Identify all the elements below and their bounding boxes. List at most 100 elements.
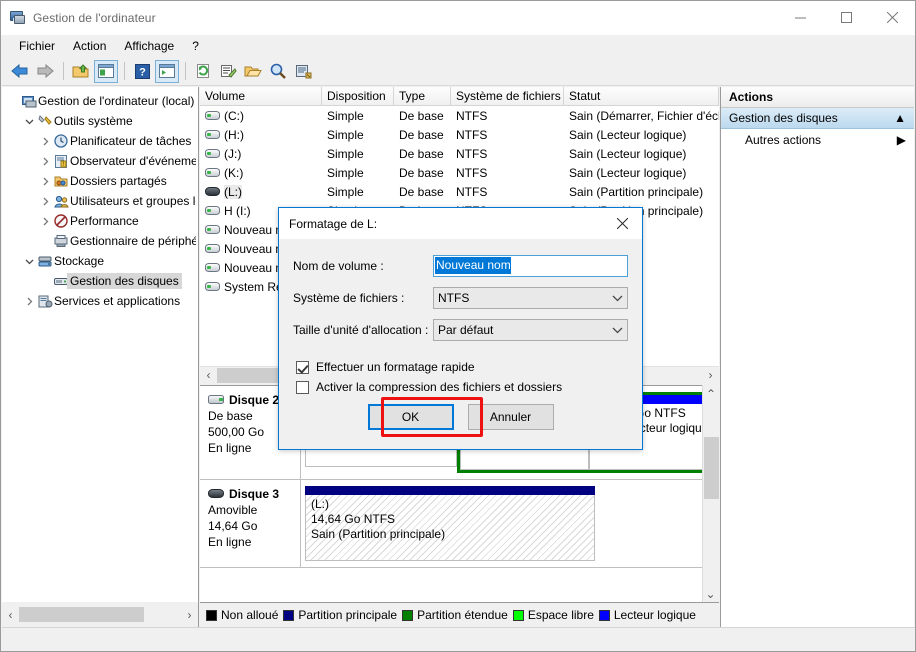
show-actions-icon[interactable] [155,59,179,83]
back-arrow-icon[interactable] [8,60,32,83]
actions-item-autres-actions[interactable]: Autres actions ▶ [721,129,914,151]
help-icon[interactable]: ? [130,60,154,83]
actions-group-disk-management[interactable]: Gestion des disques ▲ [721,108,914,129]
minimize-button[interactable] [777,1,823,33]
quick-format-checkbox[interactable] [296,360,309,374]
volume-cell: (C:) [200,109,322,123]
enable-compression-row[interactable]: Activer la compression des fichiers et d… [296,380,628,394]
volume-cell: (H:) [200,128,322,142]
volume-name-value: Nouveau nom [435,257,511,274]
scroll-track[interactable] [19,607,181,622]
scroll-thumb[interactable] [704,437,719,499]
chevron-down-icon[interactable] [22,257,36,266]
volume-name: (K:) [224,165,244,180]
scroll-right-arrow[interactable]: › [702,368,719,383]
chevron-right-icon[interactable] [38,177,52,186]
volume-row[interactable]: (C:) Simple De base NTFS Sain (Démarrer, Fic… [200,106,719,125]
scroll-up-arrow[interactable]: ⌃ [703,385,719,402]
scroll-left-arrow[interactable]: ‹ [200,368,217,383]
tree-horizontal-scrollbar[interactable]: ‹ › [2,602,199,627]
allocation-size-select[interactable]: Par défaut [433,318,628,341]
partition[interactable]: (L:) 14,64 Go NTFS Sain (Partition princip… [305,486,595,561]
chevron-down-icon[interactable] [612,323,623,337]
folder-up-icon[interactable] [69,60,93,83]
open-folder-icon[interactable] [241,60,265,83]
event-log-icon: ! [52,154,70,169]
scroll-right-arrow[interactable]: › [181,607,198,622]
maximize-button[interactable] [823,1,869,33]
scroll-down-arrow[interactable]: ⌄ [703,585,718,602]
tools-icon [36,114,54,129]
menu-fichier[interactable]: Fichier [11,37,63,55]
chevron-down-icon[interactable] [612,291,623,305]
tree-item-label: Outils système [54,114,133,128]
ok-button[interactable]: OK [367,404,454,430]
tree-item-performance[interactable]: Performance [2,211,198,231]
volume-row[interactable]: (L:) Simple De base NTFS Sain (Partition pri… [200,182,719,201]
tree-item-label: Planificateur de tâches [70,134,192,148]
scroll-thumb[interactable] [19,607,144,622]
refresh-icon[interactable] [191,60,215,83]
layout-cell: Simple [327,127,364,142]
tree-item-gestion-des-disques[interactable]: Gestion des disques [2,271,198,291]
column-header-disposition[interactable]: Disposition [322,87,394,105]
chevron-down-icon[interactable] [22,117,36,126]
column-header-type[interactable]: Type [394,87,451,105]
scroll-left-arrow[interactable]: ‹ [2,607,19,622]
volume-row[interactable]: (J:) Simple De base NTFS Sain (Lecteur logiq… [200,144,719,163]
chevron-right-icon[interactable] [38,197,52,206]
tree-item-gestion-de-l-ordinateur-local[interactable]: Gestion de l'ordinateur (local) [2,91,198,111]
chevron-right-icon[interactable]: ▶ [897,133,906,147]
layout-cell: Simple [327,146,364,161]
tree-item-planificateur-de-t-ches[interactable]: Planificateur de tâches [2,131,198,151]
type-cell: De base [399,184,444,199]
column-header-volume[interactable]: Volume [200,87,322,105]
file-system-select[interactable]: NTFS [433,286,628,309]
menu-action[interactable]: Action [65,37,114,55]
tree-item-observateur-d-v-nements[interactable]: !Observateur d'événements [2,151,198,171]
chevron-right-icon[interactable] [22,297,36,306]
rescan-disks-icon[interactable] [291,60,315,83]
tree-item-services-et-applications[interactable]: Services et applications [2,291,198,311]
collapse-chevron-icon[interactable]: ▲ [894,111,906,125]
chevron-right-icon[interactable] [38,137,52,146]
users-icon [52,194,70,209]
show-tree-icon[interactable] [94,59,118,83]
menu-help[interactable]: ? [184,37,207,55]
quick-format-row[interactable]: Effectuer un formatage rapide [296,360,628,374]
search-icon[interactable] [266,60,290,83]
column-header-syst-me-de-fichiers[interactable]: Système de fichiers [451,87,564,105]
forward-arrow-icon[interactable] [33,60,57,83]
toolbar-separator [63,62,64,80]
partition-label: (L:) [311,497,329,511]
status-cell: Sain (Lecteur logique) [569,127,687,142]
tree-item-dossiers-partag-s[interactable]: Dossiers partagés [2,171,198,191]
cancel-button[interactable]: Annuler [467,404,554,430]
close-button[interactable] [869,1,915,33]
tree-item-stockage[interactable]: Stockage [2,251,198,271]
tree-item-gestionnaire-de-p-riph-riques[interactable]: Gestionnaire de périphériques [2,231,198,251]
file-system-cell: NTFS [456,165,488,180]
disk-view-vertical-scrollbar[interactable]: ⌃ ⌄ [702,385,719,602]
disk-title: Disque 3 [208,486,300,502]
actions-pane: Actions Gestion des disques ▲ Autres act… [720,87,914,627]
status-cell: Sain (Lecteur logique) [569,146,687,161]
drive-icon [205,224,220,235]
computer-management-icon [10,10,26,26]
tree-item-outils-syst-me[interactable]: Outils système [2,111,198,131]
disk-info[interactable]: Disque 3 Amovible 14,64 Go En ligne [200,480,301,567]
chevron-right-icon[interactable] [38,217,52,226]
enable-compression-checkbox[interactable] [296,380,309,394]
volume-name-input[interactable]: Nouveau nom [433,254,628,277]
column-header-statut[interactable]: Statut [564,87,719,105]
toolbar-separator [185,62,186,80]
properties-icon[interactable] [216,60,240,83]
volume-row[interactable]: (H:) Simple De base NTFS Sain (Lecteur logiq… [200,125,719,144]
menu-affichage[interactable]: Affichage [116,37,182,55]
tree-item-label: Dossiers partagés [70,174,167,188]
volume-row[interactable]: (K:) Simple De base NTFS Sain (Lecteur logiq… [200,163,719,182]
type-cell: De base [399,108,444,123]
dialog-close-button[interactable] [602,209,642,239]
tree-item-utilisateurs-et-groupes-locaux[interactable]: Utilisateurs et groupes locaux [2,191,198,211]
chevron-right-icon[interactable] [38,157,52,166]
